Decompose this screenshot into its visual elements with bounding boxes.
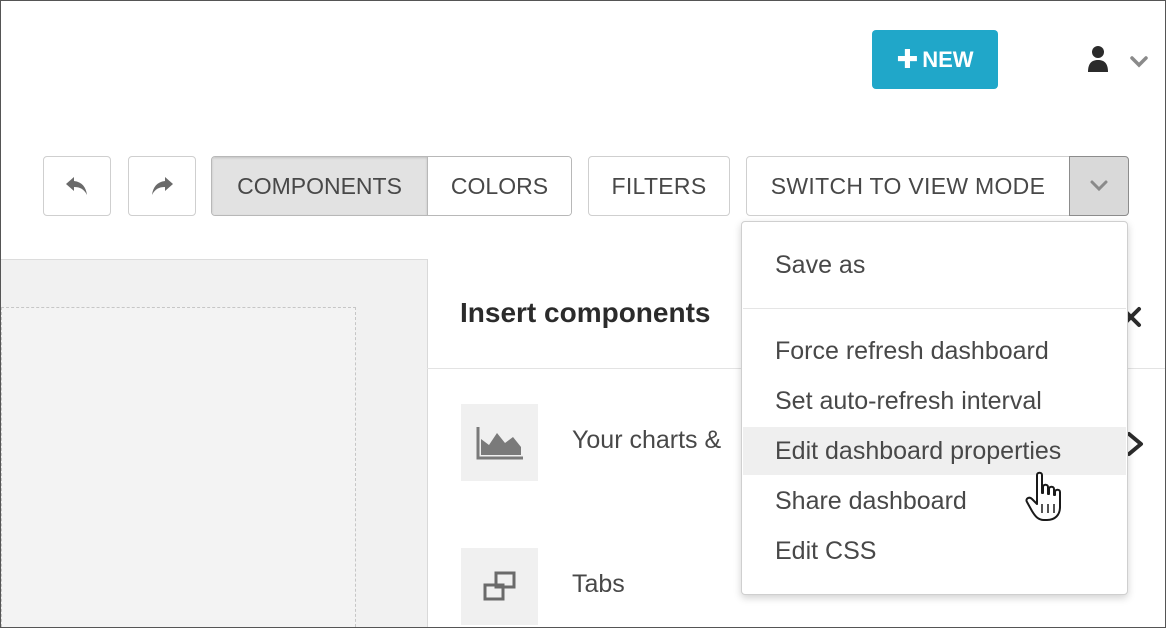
app-frame: ✚ NEW COMPONENTS COLORS FILTERS SWITCH T…: [0, 0, 1166, 628]
hand-cursor-icon: [1025, 471, 1061, 521]
chevron-down-icon: [1090, 180, 1108, 192]
mode-toggle: COMPONENTS COLORS: [211, 156, 572, 216]
chevron-down-icon[interactable]: [1129, 55, 1149, 69]
menu-item-auto-refresh[interactable]: Set auto-refresh interval: [743, 377, 1126, 425]
menu-item-save-as[interactable]: Save as: [743, 241, 1126, 289]
filters-button[interactable]: FILTERS: [588, 156, 730, 216]
new-button-label: NEW: [922, 46, 974, 72]
charts-component-icon-box[interactable]: [461, 404, 538, 481]
dashboard-drop-zone: [1, 307, 356, 627]
redo-button[interactable]: [128, 156, 196, 216]
new-button[interactable]: ✚ NEW: [872, 30, 998, 89]
charts-component-label[interactable]: Your charts &: [572, 426, 721, 455]
tabs-component-label[interactable]: Tabs: [572, 570, 625, 599]
components-tab[interactable]: COMPONENTS: [212, 157, 428, 215]
tabs-component-icon-box[interactable]: [461, 548, 538, 625]
panel-title: Insert components: [460, 297, 711, 328]
undo-icon: [66, 177, 87, 195]
undo-button[interactable]: [43, 156, 111, 216]
user-icon[interactable]: [1087, 45, 1109, 73]
more-actions-dropdown-toggle[interactable]: [1069, 156, 1129, 216]
redo-icon: [152, 177, 173, 195]
plus-icon: ✚: [896, 43, 919, 74]
switch-to-view-mode-button[interactable]: SWITCH TO VIEW MODE: [746, 156, 1070, 216]
menu-divider: [743, 308, 1126, 309]
tabs-icon: [483, 571, 515, 600]
area-chart-icon: [476, 426, 523, 459]
more-actions-menu: Save as Force refresh dashboard Set auto…: [741, 221, 1128, 595]
arrow-right-icon[interactable]: [1125, 431, 1145, 457]
menu-item-share[interactable]: Share dashboard: [743, 477, 1126, 525]
colors-tab[interactable]: COLORS: [428, 157, 571, 215]
menu-item-edit-css[interactable]: Edit CSS: [743, 527, 1126, 575]
menu-item-force-refresh[interactable]: Force refresh dashboard: [743, 327, 1126, 375]
menu-item-edit-properties[interactable]: Edit dashboard properties: [743, 427, 1126, 475]
